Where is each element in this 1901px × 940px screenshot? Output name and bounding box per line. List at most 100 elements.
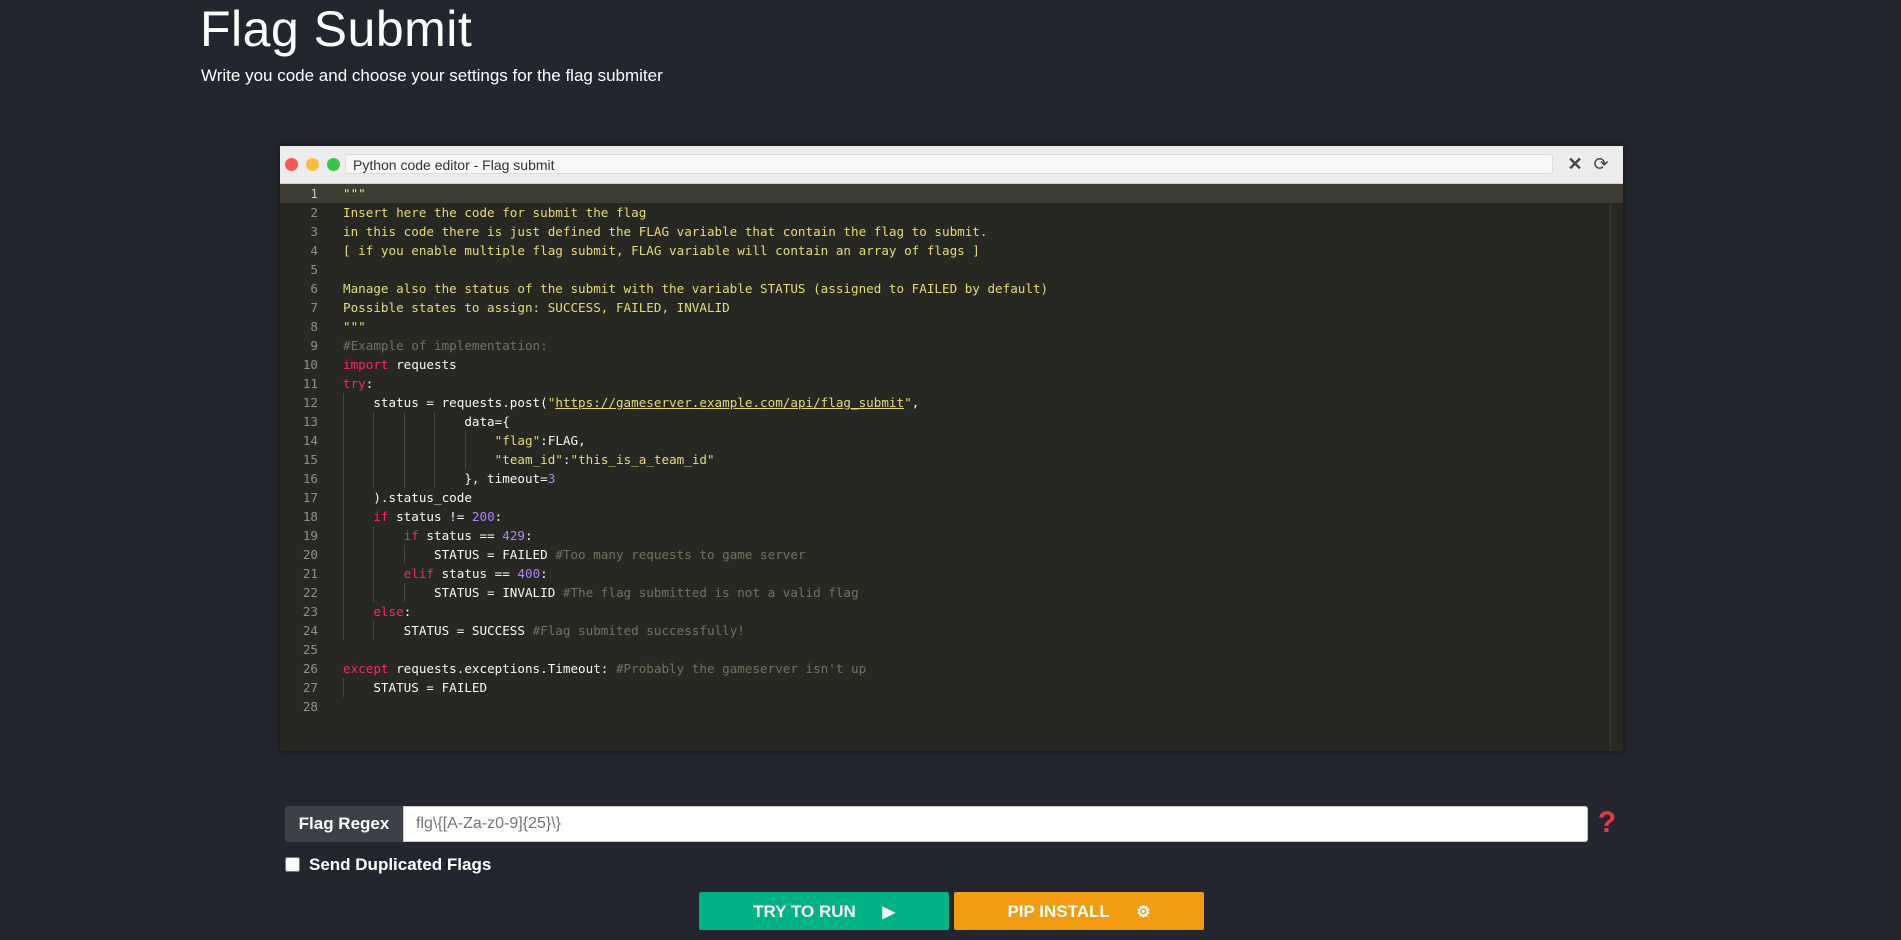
line-number: 10	[302, 357, 318, 372]
code-line[interactable]: 4 [ if you enable multiple flag submit, F…	[280, 241, 1623, 260]
code-token: :	[365, 376, 374, 391]
code-token: 3	[547, 471, 556, 486]
code-line[interactable]: 15 "team_id":"this_is_a_team_id"	[280, 450, 1623, 469]
code-line[interactable]: 13 data={	[280, 412, 1623, 431]
play-icon: ▶	[882, 903, 895, 921]
refresh-icon[interactable]: ⟳	[1591, 154, 1611, 174]
code-line[interactable]: 19 if status == 429:	[280, 526, 1623, 545]
code-text: data={	[343, 412, 510, 431]
window-minimize-dot[interactable]	[306, 158, 319, 171]
code-line[interactable]: 12 status = requests.post("https://games…	[280, 393, 1623, 412]
code-token: else	[373, 604, 404, 619]
code-line[interactable]: 5	[280, 260, 1623, 279]
code-token: elif	[403, 566, 435, 581]
duplicate-flags-checkbox[interactable]	[285, 857, 300, 872]
code-line[interactable]: 10 import requests	[280, 355, 1623, 374]
try-to-run-button[interactable]: TRY TO RUN ▶	[699, 892, 949, 930]
code-line[interactable]: 24 STATUS = SUCCESS #Flag submited succe…	[280, 621, 1623, 640]
code-line[interactable]: 14 "flag":FLAG,	[280, 431, 1623, 450]
line-number: 18	[302, 509, 318, 524]
code-text: ).status_code	[343, 488, 472, 507]
code-text: [ if you enable multiple flag submit, FL…	[343, 241, 980, 260]
code-token: STATUS = FAILED	[343, 547, 556, 562]
code-line[interactable]: 25	[280, 640, 1623, 659]
code-token: STATUS = SUCCESS	[343, 623, 533, 638]
close-icon[interactable]: ✕	[1565, 154, 1585, 174]
code-text: try:	[343, 374, 373, 393]
code-token: status ==	[418, 528, 503, 543]
line-number: 14	[302, 433, 318, 448]
code-area[interactable]: 1 """ 2 Insert here the code for submit the…	[280, 184, 1623, 751]
code-line[interactable]: 7 Possible states to assign: SUCCESS, FAI…	[280, 298, 1623, 317]
code-text: #Example of implementation:	[343, 336, 548, 355]
line-number: 5	[310, 262, 318, 277]
code-token: """	[343, 186, 366, 201]
code-line[interactable]: 1 """	[280, 184, 1623, 203]
code-token: status !=	[388, 509, 472, 524]
line-number: 2	[310, 205, 318, 220]
code-token[interactable]: https://gameserver.example.com/api/flag_…	[555, 395, 904, 410]
code-line[interactable]: 20 STATUS = FAILED #Too many requests to…	[280, 545, 1623, 564]
line-number: 26	[302, 661, 318, 676]
code-line[interactable]: 11 try:	[280, 374, 1623, 393]
code-line[interactable]: 3 in this code there is just defined the …	[280, 222, 1623, 241]
code-text: if status != 200:	[343, 507, 502, 526]
code-token: #Too many requests to game server	[555, 547, 806, 562]
code-line[interactable]: 8 """	[280, 317, 1623, 336]
line-number: 3	[310, 224, 318, 239]
line-number: 1	[310, 186, 318, 201]
code-text: import requests	[343, 355, 457, 374]
code-token: "	[904, 395, 912, 410]
question-icon[interactable]: ?	[1595, 805, 1619, 841]
gear-icon: ⚙	[1136, 903, 1151, 921]
code-token: except	[343, 661, 389, 676]
code-line[interactable]: 6 Manage also the status of the submit wi…	[280, 279, 1623, 298]
line-number: 17	[302, 490, 318, 505]
code-token: """	[343, 319, 366, 334]
code-line[interactable]: 21 elif status == 400:	[280, 564, 1623, 583]
line-number: 28	[302, 699, 318, 714]
editor-title-bar: Python code editor - Flag submit ✕ ⟳	[280, 146, 1623, 184]
code-line[interactable]: 2 Insert here the code for submit the fla…	[280, 203, 1623, 222]
code-line[interactable]: 18 if status != 200:	[280, 507, 1623, 526]
code-text: Insert here the code for submit the flag	[343, 203, 646, 222]
code-text: """	[343, 184, 366, 203]
code-line[interactable]: 28	[280, 697, 1623, 716]
code-token: 429	[502, 528, 525, 543]
line-number: 11	[302, 376, 318, 391]
code-line[interactable]: 23 else:	[280, 602, 1623, 621]
code-line[interactable]: 26 except requests.exceptions.Timeout: #P…	[280, 659, 1623, 678]
code-line[interactable]: 16 }, timeout=3	[280, 469, 1623, 488]
code-token: ).status_code	[343, 490, 472, 505]
code-line[interactable]: 17 ).status_code	[280, 488, 1623, 507]
code-token: #The flag submitted is not a valid flag	[562, 585, 859, 600]
line-number: 4	[310, 243, 318, 258]
line-number: 16	[302, 471, 318, 486]
line-number: 21	[302, 566, 318, 581]
window-close-dot[interactable]	[285, 158, 298, 171]
code-token: in this code there is just defined the F…	[343, 224, 988, 239]
try-to-run-label: TRY TO RUN	[753, 902, 856, 921]
code-token: #Example of implementation:	[343, 338, 548, 353]
pip-install-button[interactable]: PIP INSTALL ⚙	[954, 892, 1204, 930]
line-number: 15	[302, 452, 318, 467]
page-title: Flag Submit	[200, 1, 473, 57]
flag-regex-input[interactable]	[403, 806, 1588, 842]
code-token: :	[494, 509, 503, 524]
window-maximize-dot[interactable]	[327, 158, 340, 171]
code-text: STATUS = FAILED	[343, 678, 487, 697]
line-number: 25	[302, 642, 318, 657]
code-line[interactable]: 9 #Example of implementation:	[280, 336, 1623, 355]
page-subtitle: Write you code and choose your settings …	[201, 66, 663, 85]
code-line[interactable]: 27 STATUS = FAILED	[280, 678, 1623, 697]
code-text: status = requests.post("https://gameserv…	[343, 393, 919, 412]
code-line[interactable]: 22 STATUS = INVALID #The flag submitted …	[280, 583, 1623, 602]
code-token: 200	[471, 509, 495, 524]
code-token: status ==	[434, 566, 518, 581]
